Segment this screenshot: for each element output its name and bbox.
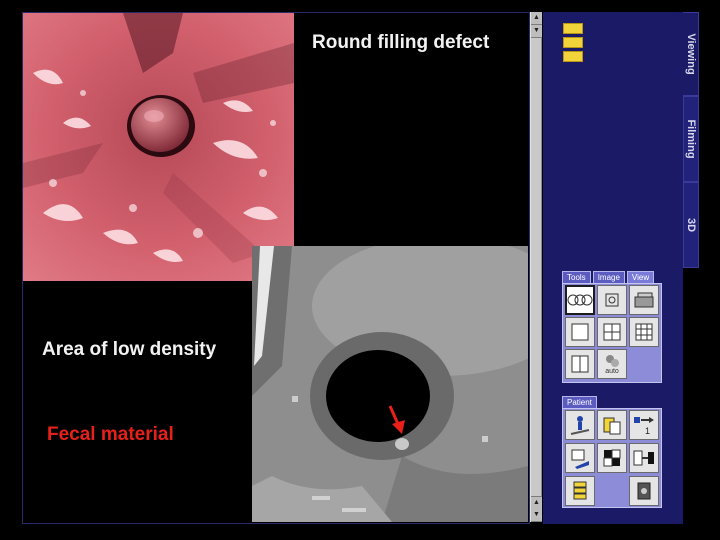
archive-icon[interactable] xyxy=(629,476,659,506)
scroll-down-button[interactable]: ▼ xyxy=(531,509,542,522)
folder-icon[interactable] xyxy=(563,51,583,62)
tab-filming[interactable]: Filming xyxy=(683,96,699,182)
copy-series-icon[interactable] xyxy=(597,410,627,440)
folder-icon[interactable] xyxy=(563,23,583,34)
checkerboard-icon[interactable] xyxy=(597,443,627,473)
tab-viewing[interactable]: Viewing xyxy=(683,12,699,96)
folder-icon[interactable] xyxy=(563,37,583,48)
transfer-icon[interactable] xyxy=(629,443,659,473)
caption-fecal-material: Fecal material xyxy=(47,424,174,445)
virtual-endoscopy-image xyxy=(23,13,294,281)
auto-label: auto xyxy=(605,367,619,375)
vertical-scrollbar[interactable]: ▲ ▼ ▲ ▼ xyxy=(530,12,542,522)
tab-3d[interactable]: 3D xyxy=(683,182,699,268)
caption-round-filling-defect: Round filling defect xyxy=(312,32,490,53)
move-count-label: 1 xyxy=(645,426,650,436)
layout-1x1-overview-icon[interactable] xyxy=(565,285,595,315)
move-series-icon[interactable]: 1 xyxy=(629,410,659,440)
caption-area-of-low-density: Area of low density xyxy=(42,339,217,360)
layout-1x2-icon[interactable] xyxy=(565,349,595,379)
volume-view-icon[interactable] xyxy=(629,285,659,315)
layout-3x3-icon[interactable] xyxy=(629,317,659,347)
save-icon[interactable] xyxy=(565,443,595,473)
auto-layout-icon[interactable]: auto xyxy=(597,349,627,379)
layout-2x2-icon[interactable] xyxy=(597,317,627,347)
ct-axial-image xyxy=(252,246,528,522)
layout-1x1-icon[interactable] xyxy=(565,317,595,347)
series-list-icon[interactable] xyxy=(565,476,595,506)
patient-table-icon[interactable] xyxy=(565,410,595,440)
scroll-up-button[interactable]: ▲ xyxy=(531,12,542,25)
stack-icon[interactable] xyxy=(597,285,627,315)
scroll-up-bottom-button[interactable]: ▲ xyxy=(531,496,542,510)
scroll-down-top-button[interactable]: ▼ xyxy=(531,25,542,38)
